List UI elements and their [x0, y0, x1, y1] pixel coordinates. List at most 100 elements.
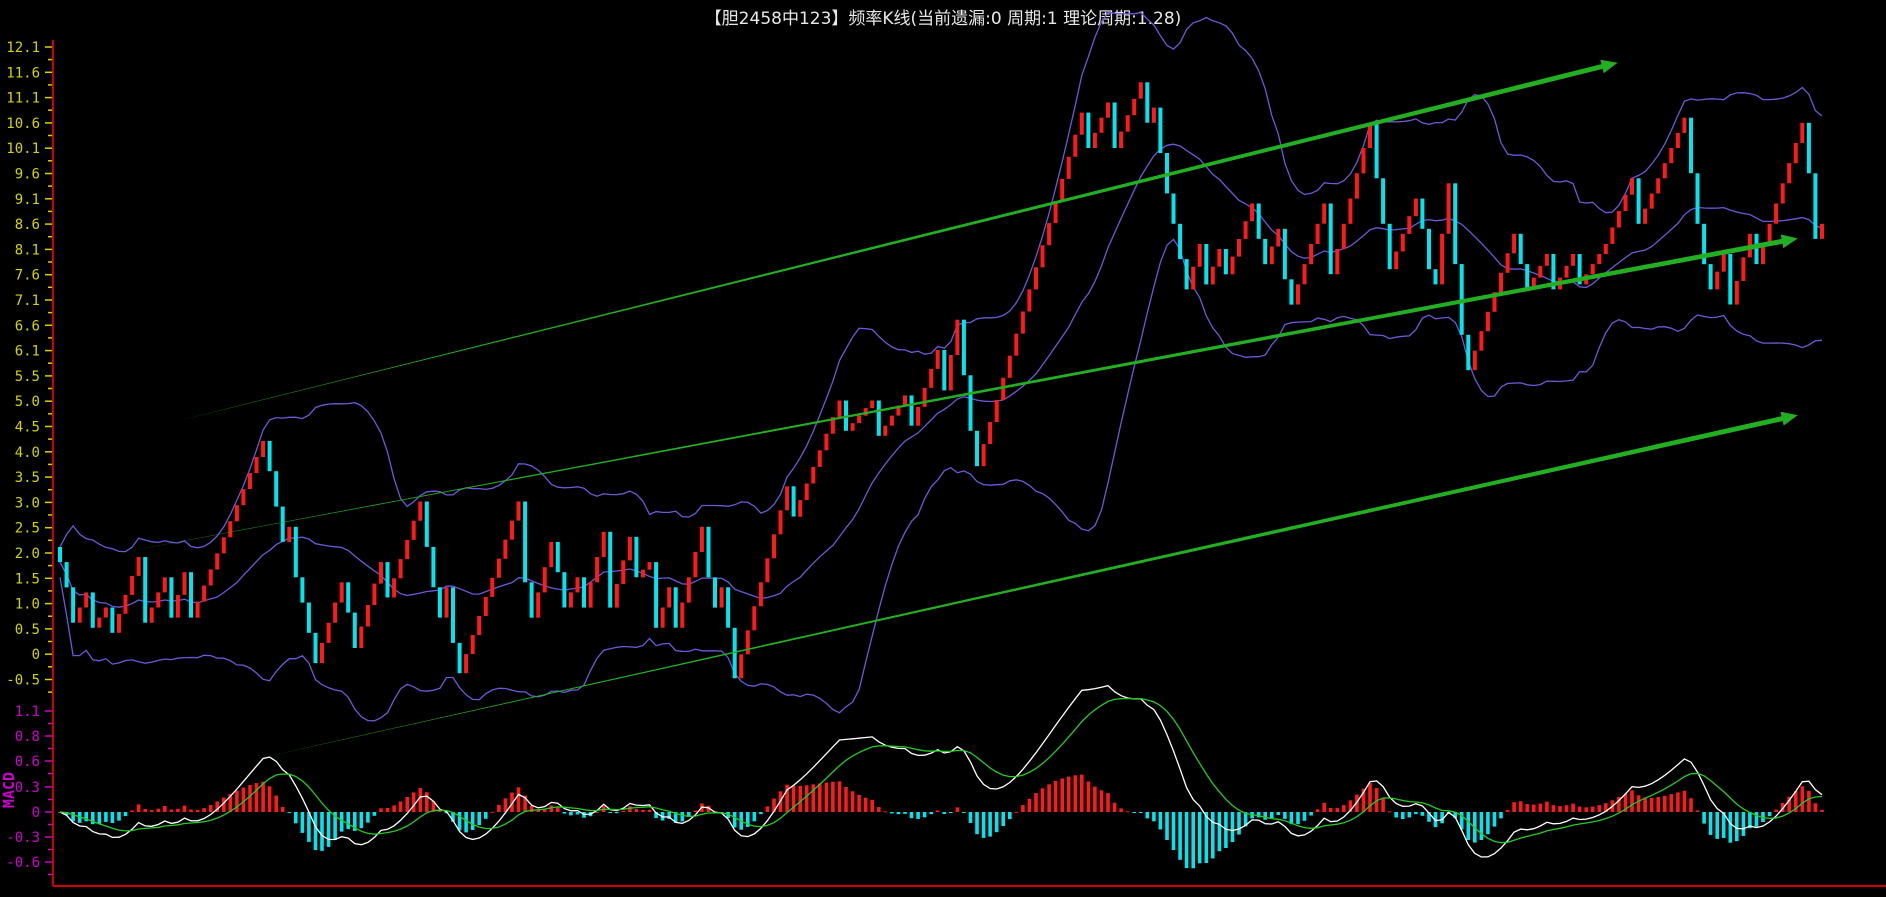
- candle-up: [1656, 178, 1661, 194]
- macd-histogram-bar: [844, 786, 848, 812]
- candle-up: [798, 500, 803, 517]
- candle-down: [1754, 233, 1759, 265]
- candle-up: [1132, 98, 1137, 116]
- candle-up: [1774, 203, 1779, 224]
- candle-up: [693, 552, 698, 578]
- candle-up: [136, 557, 141, 576]
- macd-tick-label: 0.6: [15, 754, 40, 770]
- candle-down: [431, 546, 436, 588]
- candle-up: [326, 622, 331, 643]
- macd-histogram-bar: [608, 812, 612, 813]
- candle-up: [241, 489, 246, 506]
- macd-histogram-bar: [235, 790, 239, 812]
- candle-up: [490, 577, 495, 597]
- macd-histogram-bar: [464, 812, 468, 833]
- macd-histogram-bar: [837, 781, 842, 812]
- macd-histogram-bar: [752, 812, 757, 822]
- price-tick-label: 6.6: [15, 318, 40, 334]
- macd-histogram-bar: [909, 812, 914, 819]
- macd-histogram-bar: [1820, 809, 1824, 812]
- candle-up: [647, 562, 652, 570]
- macd-histogram-bar: [1342, 805, 1346, 812]
- candle-up: [464, 654, 469, 674]
- macd-histogram-bar: [1021, 805, 1025, 812]
- candle-down: [1813, 173, 1818, 239]
- macd-histogram-bar: [71, 812, 75, 822]
- price-tick-label: 9.6: [15, 167, 40, 183]
- candle-down: [274, 471, 279, 507]
- candle-up: [1322, 203, 1327, 224]
- macd-histogram-bar: [1590, 806, 1595, 812]
- price-tick-label: 12.1: [6, 40, 40, 56]
- candle-down: [1263, 238, 1268, 265]
- candle-up: [1780, 183, 1785, 204]
- macd-histogram-bar: [1335, 808, 1340, 812]
- candle-up: [1027, 289, 1032, 312]
- macd-histogram-bar: [359, 812, 364, 829]
- macd-tick-label: -0.3: [6, 830, 40, 846]
- macd-histogram-bar: [1505, 810, 1510, 812]
- candle-down: [1466, 334, 1471, 371]
- candle-up: [1675, 132, 1680, 148]
- candle-up: [228, 521, 233, 538]
- candle-up: [418, 501, 423, 521]
- price-tick-label: 8.1: [15, 242, 40, 258]
- candle-up: [1820, 223, 1824, 239]
- macd-histogram-bar: [988, 812, 992, 837]
- macd-histogram-bar: [320, 812, 324, 851]
- price-tick-label: 1.0: [15, 597, 40, 613]
- candle-up: [1099, 117, 1104, 133]
- macd-histogram-bar: [1800, 786, 1805, 812]
- macd-histogram-bar: [1597, 805, 1602, 812]
- macd-histogram-bar: [1093, 786, 1097, 812]
- candle-up: [981, 444, 986, 467]
- candle-up: [1007, 355, 1012, 378]
- candle-up: [1505, 253, 1510, 273]
- candle-down: [1420, 198, 1425, 229]
- candle-down: [1525, 264, 1530, 290]
- macd-histogram-bar: [1158, 812, 1163, 830]
- candle-up: [1590, 264, 1595, 275]
- macd-tick-label: -0.6: [6, 855, 40, 871]
- candle-up: [1348, 198, 1353, 224]
- candle-down: [1171, 193, 1176, 224]
- candle-up: [1800, 122, 1805, 143]
- macd-histogram-bar: [1132, 812, 1136, 813]
- macd-histogram-bar: [379, 808, 383, 812]
- candle-up: [1472, 350, 1477, 371]
- macd-histogram-bar: [1001, 812, 1005, 826]
- candle-up: [1394, 251, 1399, 270]
- candle-up: [588, 582, 593, 608]
- candle-up: [1400, 233, 1405, 252]
- candle-up: [1335, 249, 1340, 275]
- candle-up: [1315, 223, 1320, 244]
- macd-histogram-bar: [110, 812, 115, 823]
- price-tick-label: -0.5: [6, 673, 40, 689]
- macd-histogram-bar: [818, 783, 822, 812]
- candle-up: [149, 607, 154, 623]
- candle-down: [64, 562, 69, 588]
- candle-up: [857, 415, 862, 424]
- candle-up: [1440, 233, 1445, 285]
- macd-histogram-bar: [1014, 811, 1019, 813]
- macd-histogram-bar: [1270, 812, 1274, 819]
- candle-up: [1446, 183, 1451, 234]
- macd-histogram-bar: [339, 812, 344, 832]
- candle-up: [1079, 112, 1084, 135]
- price-tick-label: 0: [32, 647, 40, 663]
- macd-histogram-bar: [1106, 793, 1110, 812]
- macd-histogram-bar: [1080, 774, 1084, 812]
- candle-up: [660, 607, 665, 628]
- candle-up: [359, 626, 364, 648]
- candle-down: [1289, 279, 1294, 305]
- macd-histogram-bar: [831, 781, 835, 812]
- candle-down: [1728, 254, 1733, 305]
- macd-histogram-bar: [1499, 812, 1503, 819]
- candle-up: [510, 520, 514, 540]
- macd-histogram-bar: [1584, 807, 1588, 812]
- candle-down: [1178, 223, 1183, 260]
- macd-histogram-bar: [1466, 812, 1471, 840]
- candle-down: [654, 562, 659, 628]
- macd-histogram-bar: [1073, 775, 1078, 812]
- macd-histogram-bar: [1387, 811, 1392, 813]
